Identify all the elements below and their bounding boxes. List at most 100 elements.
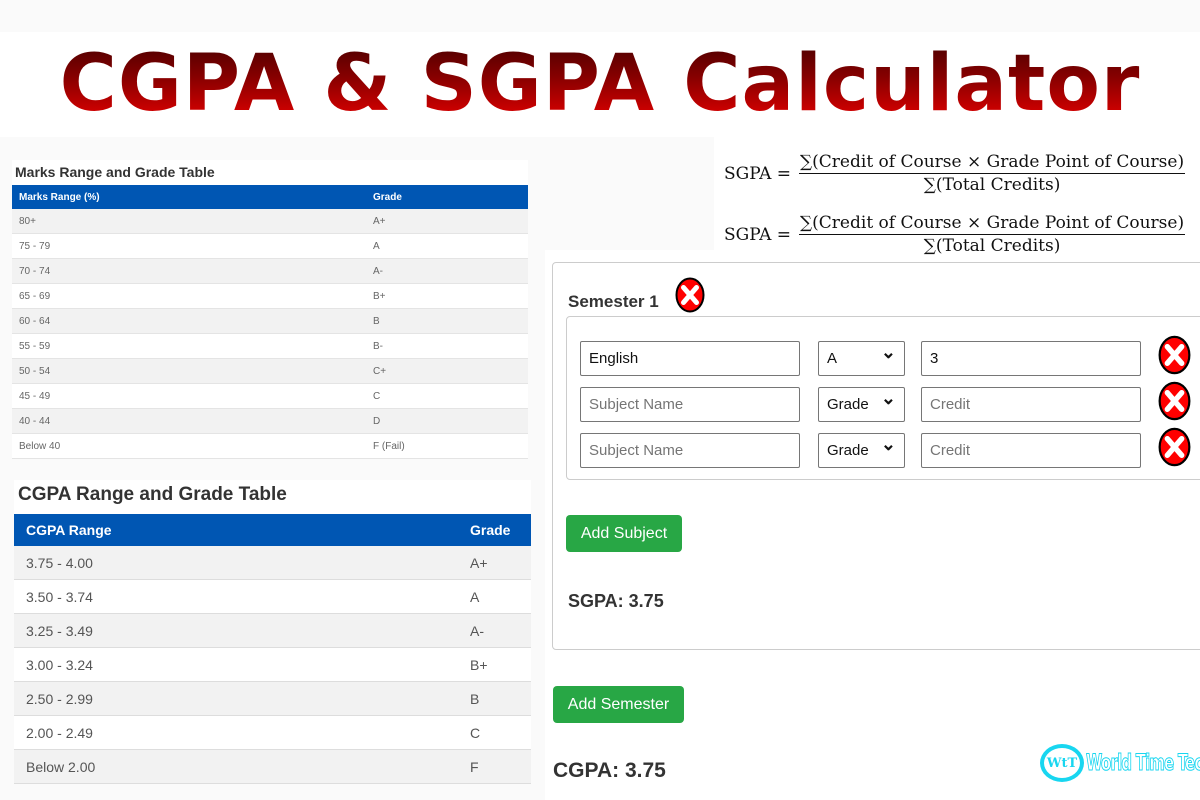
table-row: 40 - 44 D <box>12 408 528 434</box>
cgpa-grade-table: CGPA Range Grade 3.75 - 4.00 A+ 3.50 - 3.… <box>14 514 531 784</box>
table-row: 3.00 - 3.24 B+ <box>14 647 531 682</box>
add-semester-button[interactable]: Add Semester <box>553 686 684 723</box>
table-row: Below 2.00 F <box>14 749 531 784</box>
marks-range-cell: 55 - 59 <box>12 333 366 359</box>
sgpa-formula: SGPA = ∑(Credit of Course × Grade Point … <box>724 152 1186 195</box>
subject-row: Subject Name Grade ⌄ Credit <box>567 381 1200 424</box>
grade-cell: A- <box>366 258 528 284</box>
chevron-down-icon: ⌄ <box>880 434 896 454</box>
subject-name-input[interactable]: Subject Name <box>580 387 800 422</box>
marks-table-title: Marks Range and Grade Table <box>15 164 215 180</box>
remove-subject-button[interactable] <box>1158 426 1191 468</box>
grade-select[interactable]: Grade ⌄ <box>818 387 905 422</box>
formula-numerator: ∑(Credit of Course × Grade Point of Cour… <box>799 213 1186 235</box>
semester-title: Semester 1 <box>568 292 659 311</box>
grade-cell: B <box>458 681 531 716</box>
table-row: Below 40 F (Fail) <box>12 433 528 459</box>
close-circle-icon <box>1158 427 1191 467</box>
marks-range-cell: 75 - 79 <box>12 233 366 259</box>
cgpa-range-cell: 3.00 - 3.24 <box>14 647 458 682</box>
table-row: 45 - 49 C <box>12 383 528 409</box>
credit-input[interactable]: 3 <box>921 341 1141 376</box>
table-row: 3.50 - 3.74 A <box>14 579 531 614</box>
grade-cell: A <box>458 579 531 614</box>
subject-name-input[interactable]: Subject Name <box>580 433 800 468</box>
table-row: 3.25 - 3.49 A- <box>14 613 531 648</box>
grade-cell: D <box>366 408 528 434</box>
remove-semester-button[interactable] <box>675 277 705 313</box>
grade-select[interactable]: A ⌄ <box>818 341 905 376</box>
marks-grade-table-section: Marks Range and Grade Table Marks Range … <box>12 160 528 459</box>
table-row: 50 - 54 C+ <box>12 358 528 384</box>
cgpa-grade-table-section: CGPA Range and Grade Table CGPA Range Gr… <box>14 480 531 784</box>
remove-subject-button[interactable] <box>1158 380 1191 422</box>
brand-logo: WtT World Time Tech <box>1040 744 1200 782</box>
remove-subject-button[interactable] <box>1158 334 1191 376</box>
formula-denominator: ∑(Total Credits) <box>923 236 1061 256</box>
grade-cell: B- <box>366 333 528 359</box>
logo-text: World Time Tech <box>1086 750 1200 776</box>
column-header: Grade <box>458 514 531 546</box>
formula-panel: SGPA = ∑(Credit of Course × Grade Point … <box>714 146 1200 266</box>
table-row: 80+ A+ <box>12 209 528 234</box>
formula-lhs: SGPA = <box>724 224 792 245</box>
marks-range-cell: Below 40 <box>12 433 366 459</box>
grade-select-value: Grade <box>827 442 869 459</box>
subject-row: Subject Name Grade ⌄ Credit <box>567 427 1200 470</box>
table-row: 55 - 59 B- <box>12 333 528 359</box>
column-header: Grade <box>366 185 528 209</box>
grade-cell: C <box>366 383 528 409</box>
marks-range-cell: 45 - 49 <box>12 383 366 409</box>
grade-cell: A- <box>458 613 531 648</box>
grade-cell: B <box>366 308 528 334</box>
top-strip <box>0 0 1200 32</box>
grade-select[interactable]: Grade ⌄ <box>818 433 905 468</box>
marks-grade-table: Marks Range (%) Grade 80+ A+ 75 - 79 A 70 … <box>12 185 528 459</box>
marks-range-cell: 50 - 54 <box>12 358 366 384</box>
table-row: 75 - 79 A <box>12 233 528 259</box>
credit-input[interactable]: Credit <box>921 433 1141 468</box>
table-row: 3.75 - 4.00 A+ <box>14 546 531 580</box>
subject-row: English A ⌄ 3 <box>567 335 1200 378</box>
grade-select-value: A <box>827 350 838 367</box>
formula-numerator: ∑(Credit of Course × Grade Point of Cour… <box>799 152 1186 174</box>
cgpa-range-cell: Below 2.00 <box>14 749 458 784</box>
close-circle-icon <box>1158 381 1191 421</box>
formula-fraction: ∑(Credit of Course × Grade Point of Cour… <box>799 152 1186 195</box>
formula-fraction: ∑(Credit of Course × Grade Point of Cour… <box>799 213 1186 256</box>
chevron-down-icon: ⌄ <box>880 388 896 408</box>
formula-lhs: SGPA = <box>724 163 792 184</box>
marks-range-cell: 40 - 44 <box>12 408 366 434</box>
add-subject-button[interactable]: Add Subject <box>566 515 682 552</box>
close-circle-icon <box>1158 335 1191 375</box>
table-row: 2.00 - 2.49 C <box>14 715 531 750</box>
cgpa-range-cell: 3.75 - 4.00 <box>14 546 458 580</box>
cgpa-range-cell: 3.50 - 3.74 <box>14 579 458 614</box>
cgpa-range-cell: 2.50 - 2.99 <box>14 681 458 716</box>
grade-cell: C+ <box>366 358 528 384</box>
logo-mark: WtT <box>1040 744 1084 782</box>
subject-name-input[interactable]: English <box>580 341 800 376</box>
page-title: CGPA & SGPA Calculator <box>0 32 1200 136</box>
table-row: 60 - 64 B <box>12 308 528 334</box>
grade-cell: A+ <box>458 546 531 580</box>
table-row: 70 - 74 A- <box>12 258 528 284</box>
cgpa-table-title: CGPA Range and Grade Table <box>18 484 287 505</box>
grade-cell: B+ <box>366 283 528 309</box>
close-circle-icon <box>675 277 705 313</box>
cgpa-range-cell: 2.00 - 2.49 <box>14 715 458 750</box>
column-header: Marks Range (%) <box>12 185 366 209</box>
sgpa-formula: SGPA = ∑(Credit of Course × Grade Point … <box>724 213 1186 256</box>
subjects-container: English A ⌄ 3 Subject Name Grade ⌄ Credit <box>566 316 1200 480</box>
chevron-down-icon: ⌄ <box>880 342 896 362</box>
grade-cell: B+ <box>458 647 531 682</box>
grade-select-value: Grade <box>827 396 869 413</box>
panel-background <box>530 137 714 250</box>
sgpa-result: SGPA: 3.75 <box>568 591 664 611</box>
marks-range-cell: 80+ <box>12 209 366 234</box>
table-row: 65 - 69 B+ <box>12 283 528 309</box>
formula-denominator: ∑(Total Credits) <box>923 175 1061 195</box>
grade-cell: F <box>458 749 531 784</box>
credit-input[interactable]: Credit <box>921 387 1141 422</box>
cgpa-range-cell: 3.25 - 3.49 <box>14 613 458 648</box>
